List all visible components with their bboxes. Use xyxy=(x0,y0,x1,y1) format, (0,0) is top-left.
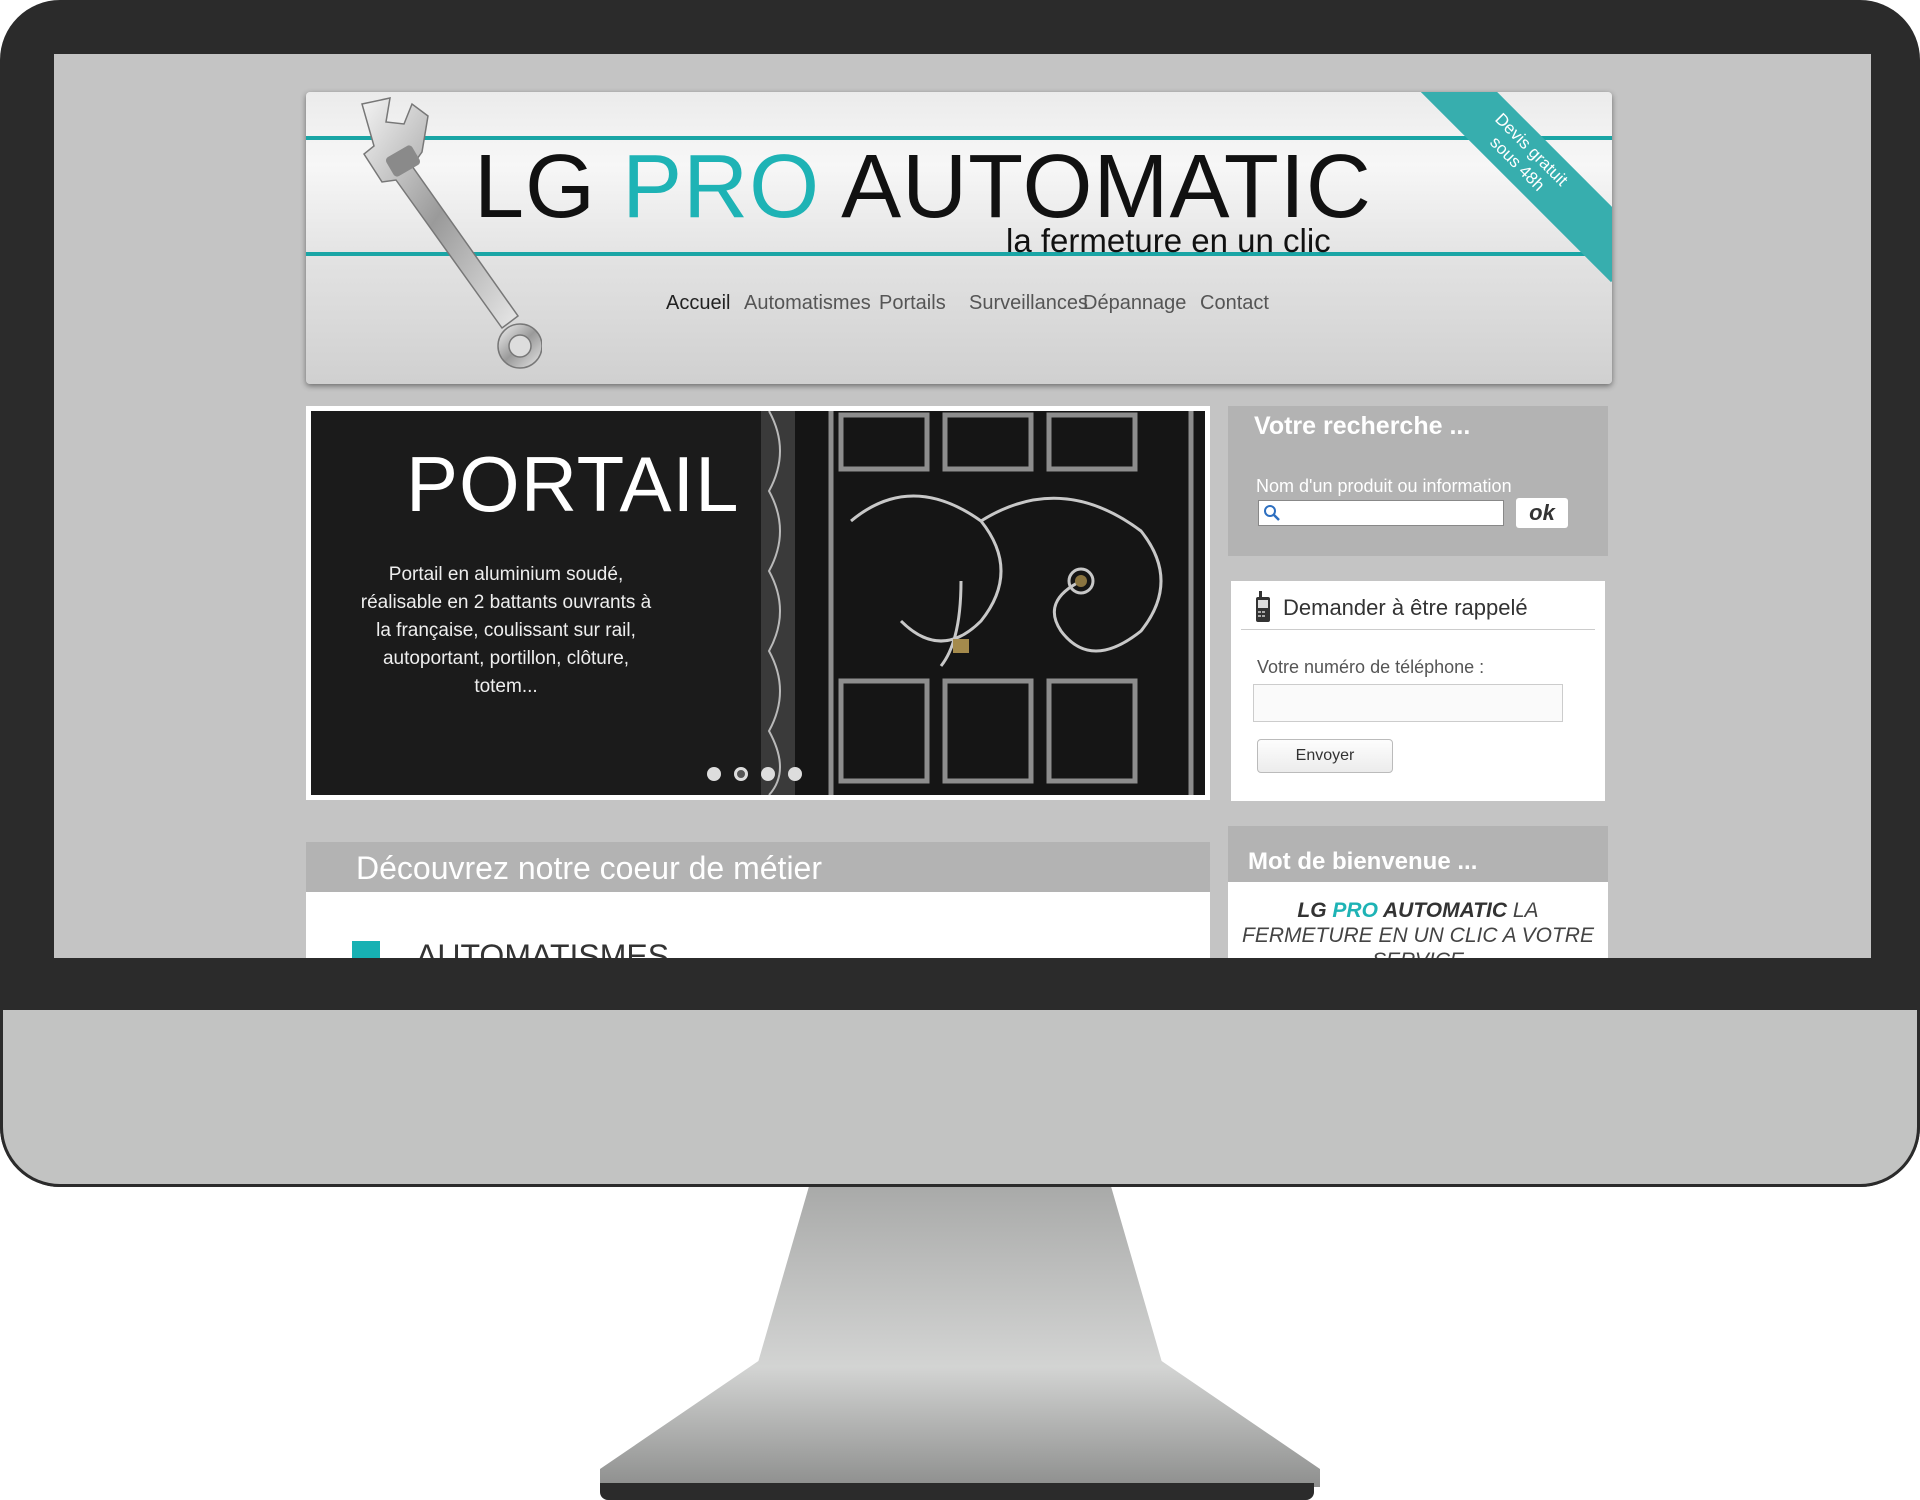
automatismes-item[interactable]: AUTOMATISMES xyxy=(352,938,669,958)
welcome-text: LG PRO AUTOMATIC LA FERMETURE EN UN CLIC… xyxy=(1228,882,1608,958)
slide-dot-1[interactable] xyxy=(707,767,721,781)
slide-portail: PORTAIL Portail en aluminium soudé, réal… xyxy=(311,411,1205,795)
section-heading: Découvrez notre coeur de métier xyxy=(306,842,1210,892)
monitor-base xyxy=(600,1483,1314,1500)
welcome-brand-automatic: AUTOMATIC xyxy=(1377,899,1508,922)
teal-square-icon xyxy=(352,940,380,958)
automatismes-label: AUTOMATISMES xyxy=(416,938,670,958)
search-icon xyxy=(1264,505,1280,521)
welcome-heading: Mot de bienvenue ... xyxy=(1228,826,1608,882)
core-business-section: Découvrez notre coeur de métier AUTOMATI… xyxy=(306,842,1210,958)
monitor-chin xyxy=(0,1010,1920,1187)
phone-number-field[interactable] xyxy=(1253,684,1563,722)
nav-surveillances[interactable]: Surveillances xyxy=(969,292,1088,315)
monitor-stand xyxy=(600,1187,1320,1487)
gate-image xyxy=(761,411,1205,795)
nav-contact[interactable]: Contact xyxy=(1200,292,1269,315)
nav-automatismes[interactable]: Automatismes xyxy=(744,292,871,315)
search-panel: Votre recherche ... Nom d'un produit ou … xyxy=(1228,406,1608,556)
send-button[interactable]: Envoyer xyxy=(1257,739,1393,773)
nav-depannage[interactable]: Dépannage xyxy=(1083,292,1186,315)
callback-panel: Demander à être rappelé Votre numéro de … xyxy=(1228,578,1608,804)
callback-divider xyxy=(1241,629,1595,630)
slide-description: Portail en aluminium soudé, réalisable e… xyxy=(360,564,652,697)
welcome-brand-pro: PRO xyxy=(1332,899,1378,922)
nav-portails[interactable]: Portails xyxy=(879,292,946,315)
slide-title: PORTAIL xyxy=(406,440,740,528)
site-logo[interactable]: LG PRO AUTOMATIC xyxy=(474,142,1372,232)
logo-lg: LG xyxy=(474,137,623,237)
search-label: Nom d'un produit ou information xyxy=(1256,476,1512,496)
welcome-brand-lg: LG xyxy=(1297,899,1333,922)
mobile-phone-icon xyxy=(1256,591,1270,622)
hero-slider[interactable]: PORTAIL Portail en aluminium soudé, réal… xyxy=(306,406,1210,800)
search-title: Votre recherche ... xyxy=(1254,412,1471,440)
slide-dot-4[interactable] xyxy=(788,767,802,781)
welcome-panel: Mot de bienvenue ... LG PRO AUTOMATIC LA… xyxy=(1228,826,1608,958)
slide-dot-3[interactable] xyxy=(761,767,775,781)
monitor-screen: LG PRO AUTOMATIC la fermeture en un clic… xyxy=(54,54,1871,958)
logo-pro: PRO xyxy=(622,137,821,237)
site-tagline: la fermeture en un clic xyxy=(1006,222,1331,259)
search-input[interactable] xyxy=(1258,500,1504,526)
slide-pagination xyxy=(707,767,815,786)
callback-title: Demander à être rappelé xyxy=(1283,595,1528,620)
search-ok-button[interactable]: ok xyxy=(1516,498,1568,528)
phone-label: Votre numéro de téléphone : xyxy=(1257,657,1485,677)
slide-dot-2[interactable] xyxy=(734,767,748,781)
nav-accueil[interactable]: Accueil xyxy=(666,292,730,315)
site-header: LG PRO AUTOMATIC la fermeture en un clic… xyxy=(306,92,1612,384)
